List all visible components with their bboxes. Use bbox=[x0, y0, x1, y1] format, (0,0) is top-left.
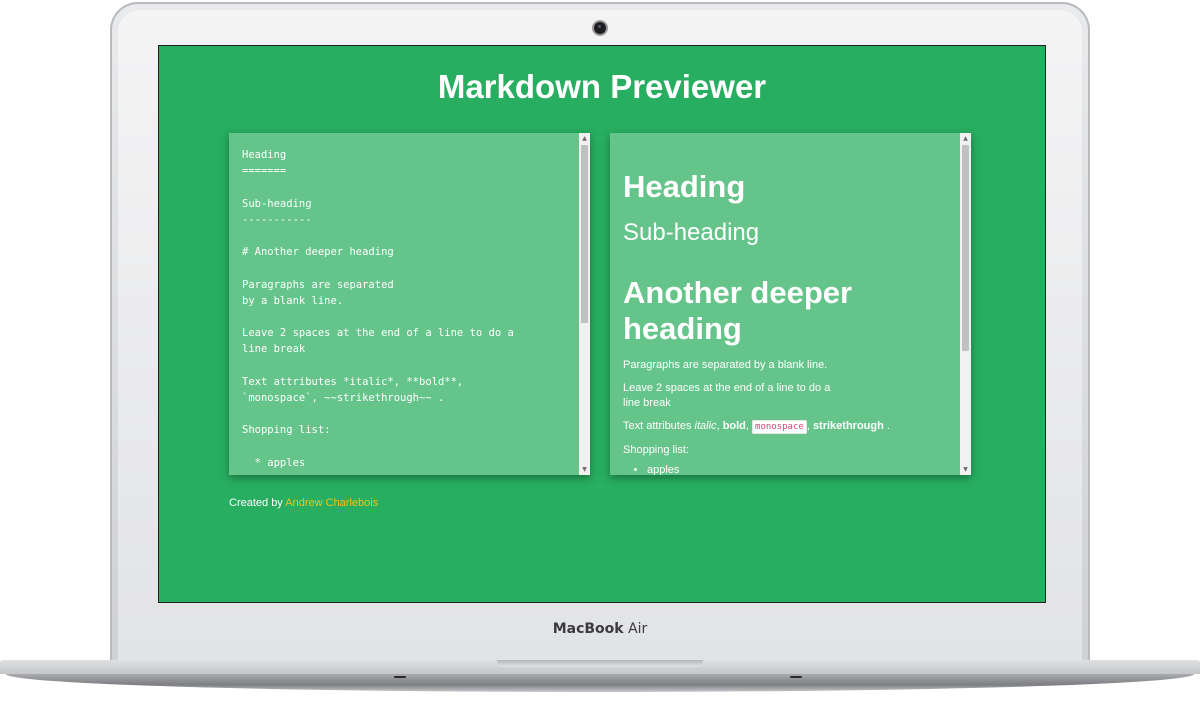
preview-scrollbar[interactable]: ▲ ▼ bbox=[960, 133, 971, 475]
camera-icon bbox=[594, 22, 606, 34]
italic-text: italic bbox=[694, 420, 717, 432]
author-link[interactable]: Andrew Charlebois bbox=[285, 497, 378, 509]
model-name: Air bbox=[628, 621, 648, 637]
shopping-list: apples bbox=[623, 463, 679, 475]
strikethrough-text: strikethrough bbox=[812, 420, 884, 432]
scroll-down-icon[interactable]: ▼ bbox=[960, 464, 971, 475]
preview-shopping-label: Shopping list: bbox=[623, 444, 690, 456]
brand-name: MacBook bbox=[552, 621, 624, 637]
preview-paragraph: Paragraphs are separated by a blank line… bbox=[623, 359, 828, 371]
line-break-text-1: Leave 2 spaces at the end of a line to d… bbox=[623, 382, 831, 394]
laptop-foot bbox=[394, 676, 406, 678]
device-brand-label: MacBook Air bbox=[0, 621, 1200, 637]
preview-heading: Heading bbox=[623, 169, 746, 204]
list-item: apples bbox=[647, 463, 679, 475]
bold-text: bold bbox=[722, 420, 746, 432]
laptop-foot bbox=[790, 676, 802, 678]
markdown-editor[interactable]: Heading ======= Sub-heading ----------- … bbox=[242, 147, 572, 471]
line-break-text-2: line break bbox=[623, 397, 671, 409]
preview-subheading: Sub-heading bbox=[623, 219, 760, 246]
laptop-base-edge bbox=[6, 674, 1194, 692]
footer: Created by Andrew Charlebois bbox=[229, 497, 378, 509]
editor-scroll-thumb[interactable] bbox=[581, 145, 588, 323]
laptop-opening-notch bbox=[497, 660, 703, 667]
monospace-text: monospace bbox=[752, 420, 807, 434]
editor-panel[interactable]: Heading ======= Sub-heading ----------- … bbox=[229, 133, 590, 475]
footer-prefix: Created by bbox=[229, 497, 286, 509]
screen: Markdown Previewer Heading ======= Sub-h… bbox=[159, 46, 1045, 602]
scroll-up-icon[interactable]: ▲ bbox=[579, 133, 590, 144]
scroll-down-icon[interactable]: ▼ bbox=[579, 464, 590, 475]
editor-scrollbar[interactable]: ▲ ▼ bbox=[579, 133, 590, 475]
scroll-up-icon[interactable]: ▲ bbox=[960, 133, 971, 144]
page-title: Markdown Previewer bbox=[437, 68, 767, 105]
attrs-suffix: . bbox=[883, 420, 890, 432]
preview-line-break-paragraph: Leave 2 spaces at the end of a line to d… bbox=[623, 381, 830, 411]
preview-panel: Heading Sub-heading Another deeper headi… bbox=[610, 133, 971, 475]
preview-text-attributes: Text attributes italic, bold, monospace,… bbox=[623, 419, 890, 435]
attrs-prefix: Text attributes bbox=[623, 420, 695, 432]
preview-scroll-thumb[interactable] bbox=[962, 145, 969, 351]
preview-deeper-heading: Another deeper heading bbox=[623, 275, 853, 346]
